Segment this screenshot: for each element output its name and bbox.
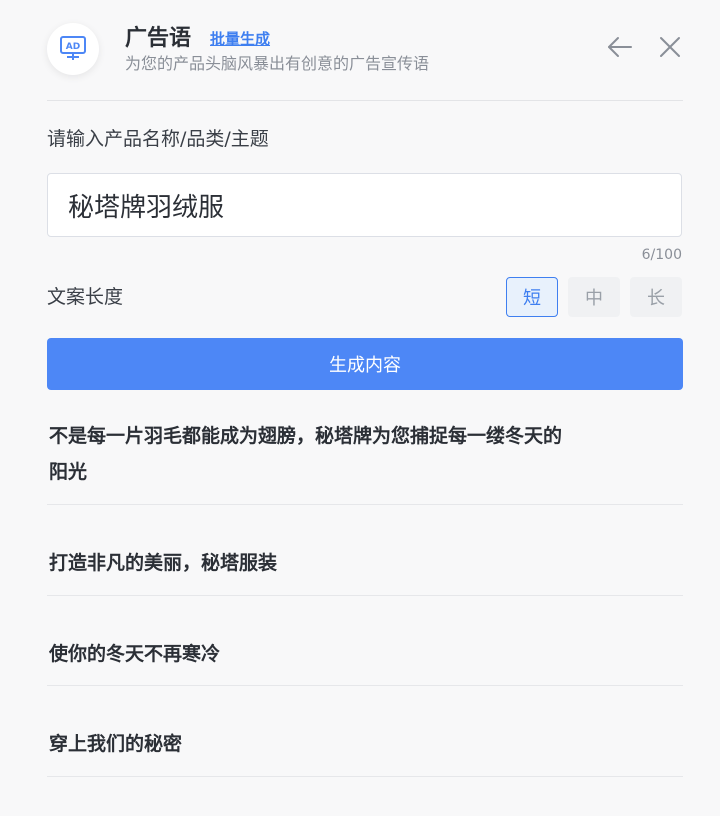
- header-divider: [47, 100, 683, 101]
- arrow-left-icon: [608, 37, 632, 57]
- result-item[interactable]: 穿上我们的秘密: [47, 726, 683, 777]
- result-item[interactable]: 使你的冬天不再寒冷: [47, 636, 683, 686]
- result-text: 不是每一片羽毛都能成为翅膀，秘塔牌为您捕捉每一缕冬天的阳光: [49, 425, 563, 483]
- close-icon: [660, 37, 680, 57]
- header: AD 广告语 批量生成 为您的产品头脑风暴出有创意的广告宣传语: [0, 0, 720, 100]
- result-item[interactable]: 打造非凡的美丽，秘塔服装: [47, 545, 683, 596]
- product-input[interactable]: [47, 173, 682, 237]
- copy-length-label: 文案长度: [47, 286, 124, 308]
- length-long-button[interactable]: 长: [630, 277, 682, 317]
- page-title: 广告语: [125, 26, 192, 51]
- char-count: 6/100: [641, 247, 682, 263]
- result-text: 打造非凡的美丽，秘塔服装: [49, 552, 278, 574]
- page-subtitle: 为您的产品头脑风暴出有创意的广告宣传语: [125, 54, 430, 73]
- svg-text:AD: AD: [66, 42, 80, 52]
- product-input-label: 请输入产品名称/品类/主题: [47, 128, 269, 150]
- batch-generate-link[interactable]: 批量生成: [210, 28, 270, 50]
- back-button[interactable]: [606, 33, 634, 61]
- result-text: 穿上我们的秘密: [49, 733, 183, 755]
- close-button[interactable]: [656, 33, 684, 61]
- result-item[interactable]: 不是每一片羽毛都能成为翅膀，秘塔牌为您捕捉每一缕冬天的阳光: [47, 418, 683, 505]
- length-short-button[interactable]: 短: [506, 277, 558, 317]
- ad-board-icon: AD: [47, 23, 99, 75]
- generate-button[interactable]: 生成内容: [47, 338, 683, 390]
- length-medium-button[interactable]: 中: [568, 277, 620, 317]
- result-text: 使你的冬天不再寒冷: [49, 643, 221, 665]
